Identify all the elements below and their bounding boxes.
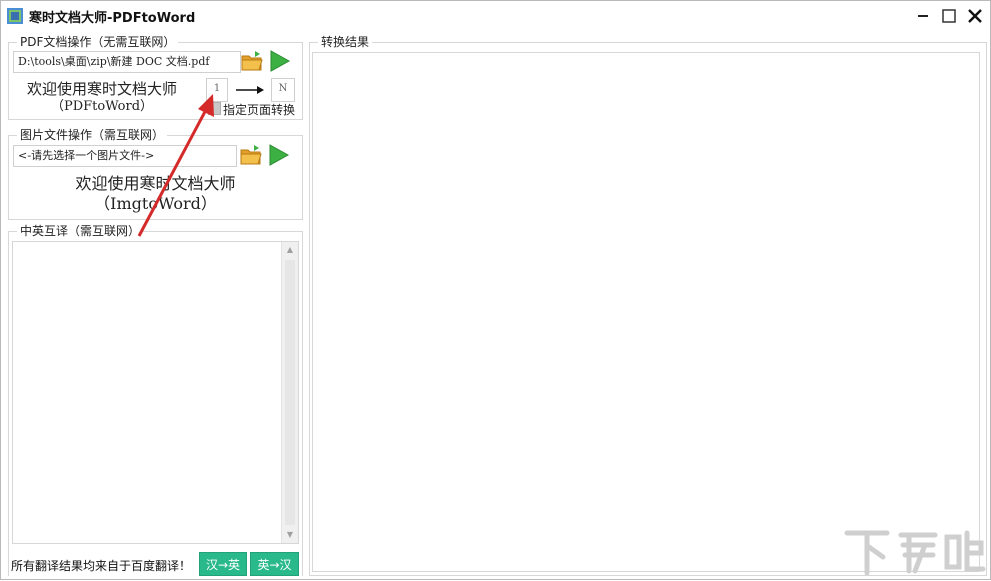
translate-group-legend: 中英互译（需互联网）	[17, 223, 144, 239]
result-textarea[interactable]	[312, 52, 980, 572]
translate-group: 中英互译（需互联网） ▲ ▼ 所有翻译结果均来自于百度翻译！ 汉→英 英→汉	[8, 223, 303, 576]
image-welcome-line1: 欢迎使用寒时文档大师	[75, 174, 236, 193]
result-group-legend: 转换结果	[318, 34, 373, 50]
pdf-file-path-field[interactable]: D:\tools\桌面\zip\新建 DOC 文档.pdf	[13, 51, 241, 73]
en-to-zh-button[interactable]: 英→汉	[250, 552, 299, 576]
scroll-up-icon[interactable]: ▲	[282, 242, 298, 258]
page-range-checkbox-label: 指定页面转换	[223, 103, 296, 117]
pdf-open-folder-button[interactable]	[240, 49, 264, 73]
image-welcome-line2: （ImgtoWord）	[94, 194, 217, 213]
page-range-checkbox[interactable]	[208, 102, 221, 115]
translate-textarea[interactable]: ▲ ▼	[12, 241, 299, 544]
image-operations-group: 图片文件操作（需互联网） <-请先选择一个图片文件-> 欢迎使用寒时文档大师 （…	[8, 127, 303, 220]
app-icon	[7, 8, 23, 24]
zh-to-en-button[interactable]: 汉→英	[199, 552, 247, 576]
title-bar: 寒时文档大师-PDFtoWord	[1, 1, 990, 31]
pdf-group-legend: PDF文档操作（无需互联网）	[17, 34, 179, 50]
close-button[interactable]	[963, 5, 987, 27]
result-group: 转换结果	[309, 34, 987, 576]
maximize-button[interactable]	[937, 5, 961, 27]
scroll-down-icon[interactable]: ▼	[282, 527, 298, 543]
minimize-icon	[918, 15, 928, 17]
scroll-track[interactable]	[285, 260, 295, 525]
image-convert-play-button[interactable]	[266, 143, 290, 167]
page-from-input[interactable]: 1	[206, 78, 228, 102]
image-group-legend: 图片文件操作（需互联网）	[17, 127, 168, 143]
pdf-convert-play-button[interactable]	[267, 49, 291, 73]
minimize-button[interactable]	[911, 5, 935, 27]
image-welcome-text: 欢迎使用寒时文档大师 （ImgtoWord）	[9, 174, 302, 214]
maximize-icon	[942, 9, 956, 23]
close-icon	[968, 9, 982, 23]
translate-footer-note: 所有翻译结果均来自于百度翻译！	[11, 559, 192, 573]
watermark-logo	[844, 530, 986, 576]
pdf-operations-group: PDF文档操作（无需互联网） D:\tools\桌面\zip\新建 DOC 文档…	[8, 34, 303, 120]
translate-scrollbar[interactable]: ▲ ▼	[281, 242, 298, 543]
pdf-welcome-text: 欢迎使用寒时文档大师 （PDFtoWord）	[17, 80, 187, 115]
app-window: 寒时文档大师-PDFtoWord PDF文档操作（无需互联网） D:\tools…	[0, 0, 991, 580]
image-file-path-field[interactable]: <-请先选择一个图片文件->	[13, 145, 237, 167]
page-to-input[interactable]: N	[271, 78, 295, 102]
arrow-right-icon	[236, 86, 264, 94]
window-title: 寒时文档大师-PDFtoWord	[29, 11, 196, 26]
pdf-welcome-line2: （PDFtoWord）	[50, 99, 154, 114]
pdf-welcome-line1: 欢迎使用寒时文档大师	[26, 80, 177, 98]
image-open-folder-button[interactable]	[239, 143, 263, 167]
